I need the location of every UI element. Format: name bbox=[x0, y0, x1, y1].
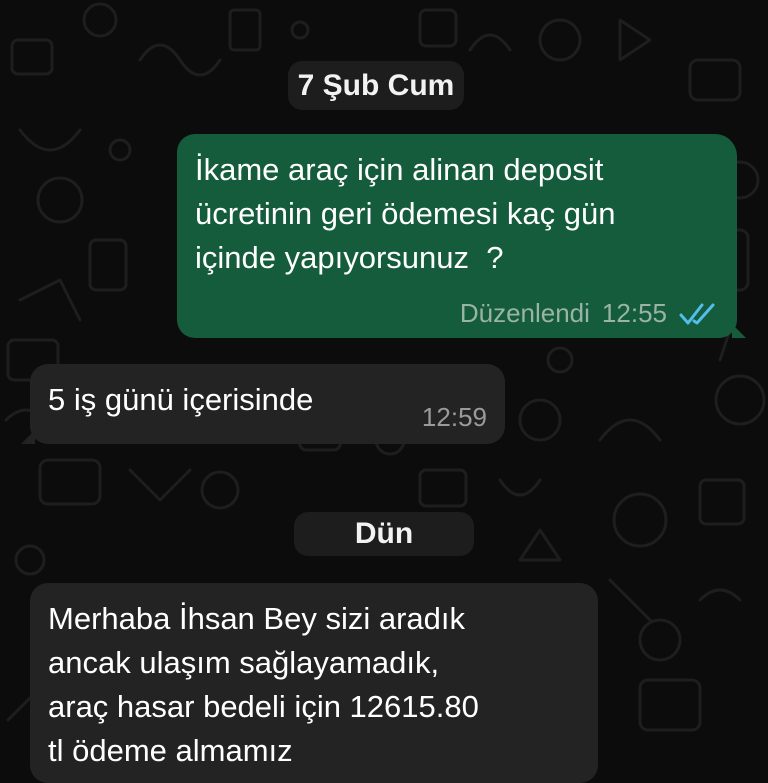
message-time: 12:55 bbox=[601, 298, 667, 328]
message-line: içinde yapıyorsunuz ? bbox=[195, 240, 504, 275]
incoming-message-bubble[interactable]: 5 iş günü içerisinde 12:59 bbox=[21, 364, 505, 444]
message-line: tl ödeme almamız bbox=[48, 733, 293, 768]
date-separator-label: 7 Şub Cum bbox=[297, 68, 455, 102]
message-text: Merhaba İhsan Bey sizi aradık ancak ulaşı… bbox=[48, 597, 479, 773]
message-line: Merhaba İhsan Bey sizi aradık bbox=[48, 601, 465, 636]
message-line: araç hasar bedeli için 12615.80 bbox=[48, 689, 479, 724]
message-line: ancak ulaşım sağlayamadık, bbox=[48, 645, 440, 680]
message-meta: 12:59 bbox=[422, 402, 487, 433]
date-separator: 7 Şub Cum bbox=[288, 61, 464, 110]
chat-area[interactable]: 7 Şub Cum İkame araç için alinan deposit… bbox=[0, 0, 768, 783]
message-time: 12:59 bbox=[421, 402, 487, 432]
edited-label: Düzenlendi bbox=[459, 298, 590, 328]
message-line: ücretinin geri ödemesi kaç gün bbox=[195, 196, 616, 231]
date-separator-label: Dün bbox=[354, 517, 414, 550]
double-check-icon bbox=[679, 303, 715, 324]
message-text: 5 iş günü içerisinde bbox=[48, 378, 313, 422]
bubble-tail bbox=[21, 430, 35, 444]
date-separator: Dün bbox=[294, 512, 474, 556]
message-line: İkame araç için alinan deposit bbox=[195, 152, 604, 187]
message-text: İkame araç için alinan deposit ücretinin … bbox=[195, 148, 615, 280]
message-line: 5 iş günü içerisinde bbox=[48, 382, 314, 417]
outgoing-message-bubble[interactable]: İkame araç için alinan deposit ücretinin … bbox=[177, 134, 746, 338]
message-meta: Düzenlendi 12:55 bbox=[460, 298, 719, 329]
bubble-tail bbox=[732, 324, 746, 338]
incoming-message-bubble[interactable]: Merhaba İhsan Bey sizi aradık ancak ulaşı… bbox=[30, 583, 598, 783]
